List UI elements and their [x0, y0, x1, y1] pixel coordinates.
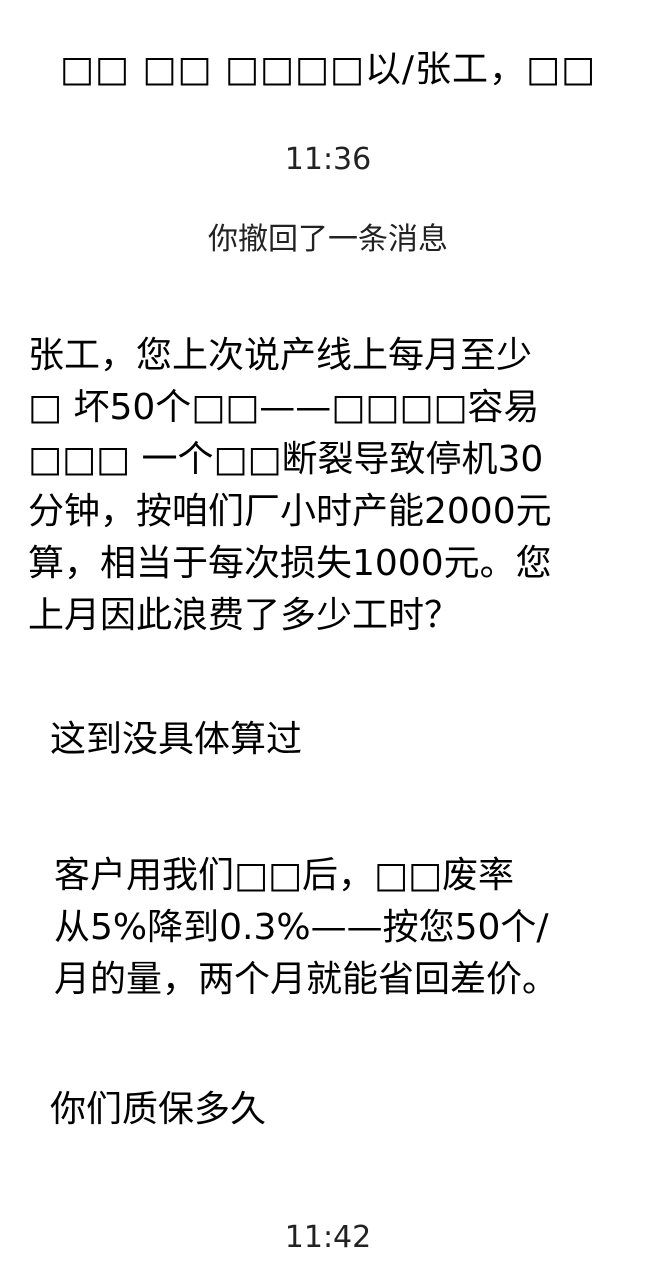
message-bubble-1[interactable]: 张工，您上次说产线上每月至少 □ 坏50个□□——□□□□容易 □□□ 一个□□…	[28, 330, 614, 642]
chat-header-title: □□ □□ □□□□以/张工，□□	[59, 49, 597, 90]
timestamp-bottom: 11:42	[284, 1220, 372, 1255]
message-bubble-4[interactable]: 你们质保多久	[50, 1084, 610, 1136]
recall-notice: 你撤回了一条消息	[208, 222, 448, 257]
timestamp-top: 11:36	[284, 142, 372, 177]
message-bubble-2[interactable]: 这到没具体算过	[50, 714, 610, 766]
message-bubble-3[interactable]: 客户用我们□□后，□□废率 从5%降到0.3%——按您50个/ 月的量，两个月就…	[54, 850, 614, 1006]
